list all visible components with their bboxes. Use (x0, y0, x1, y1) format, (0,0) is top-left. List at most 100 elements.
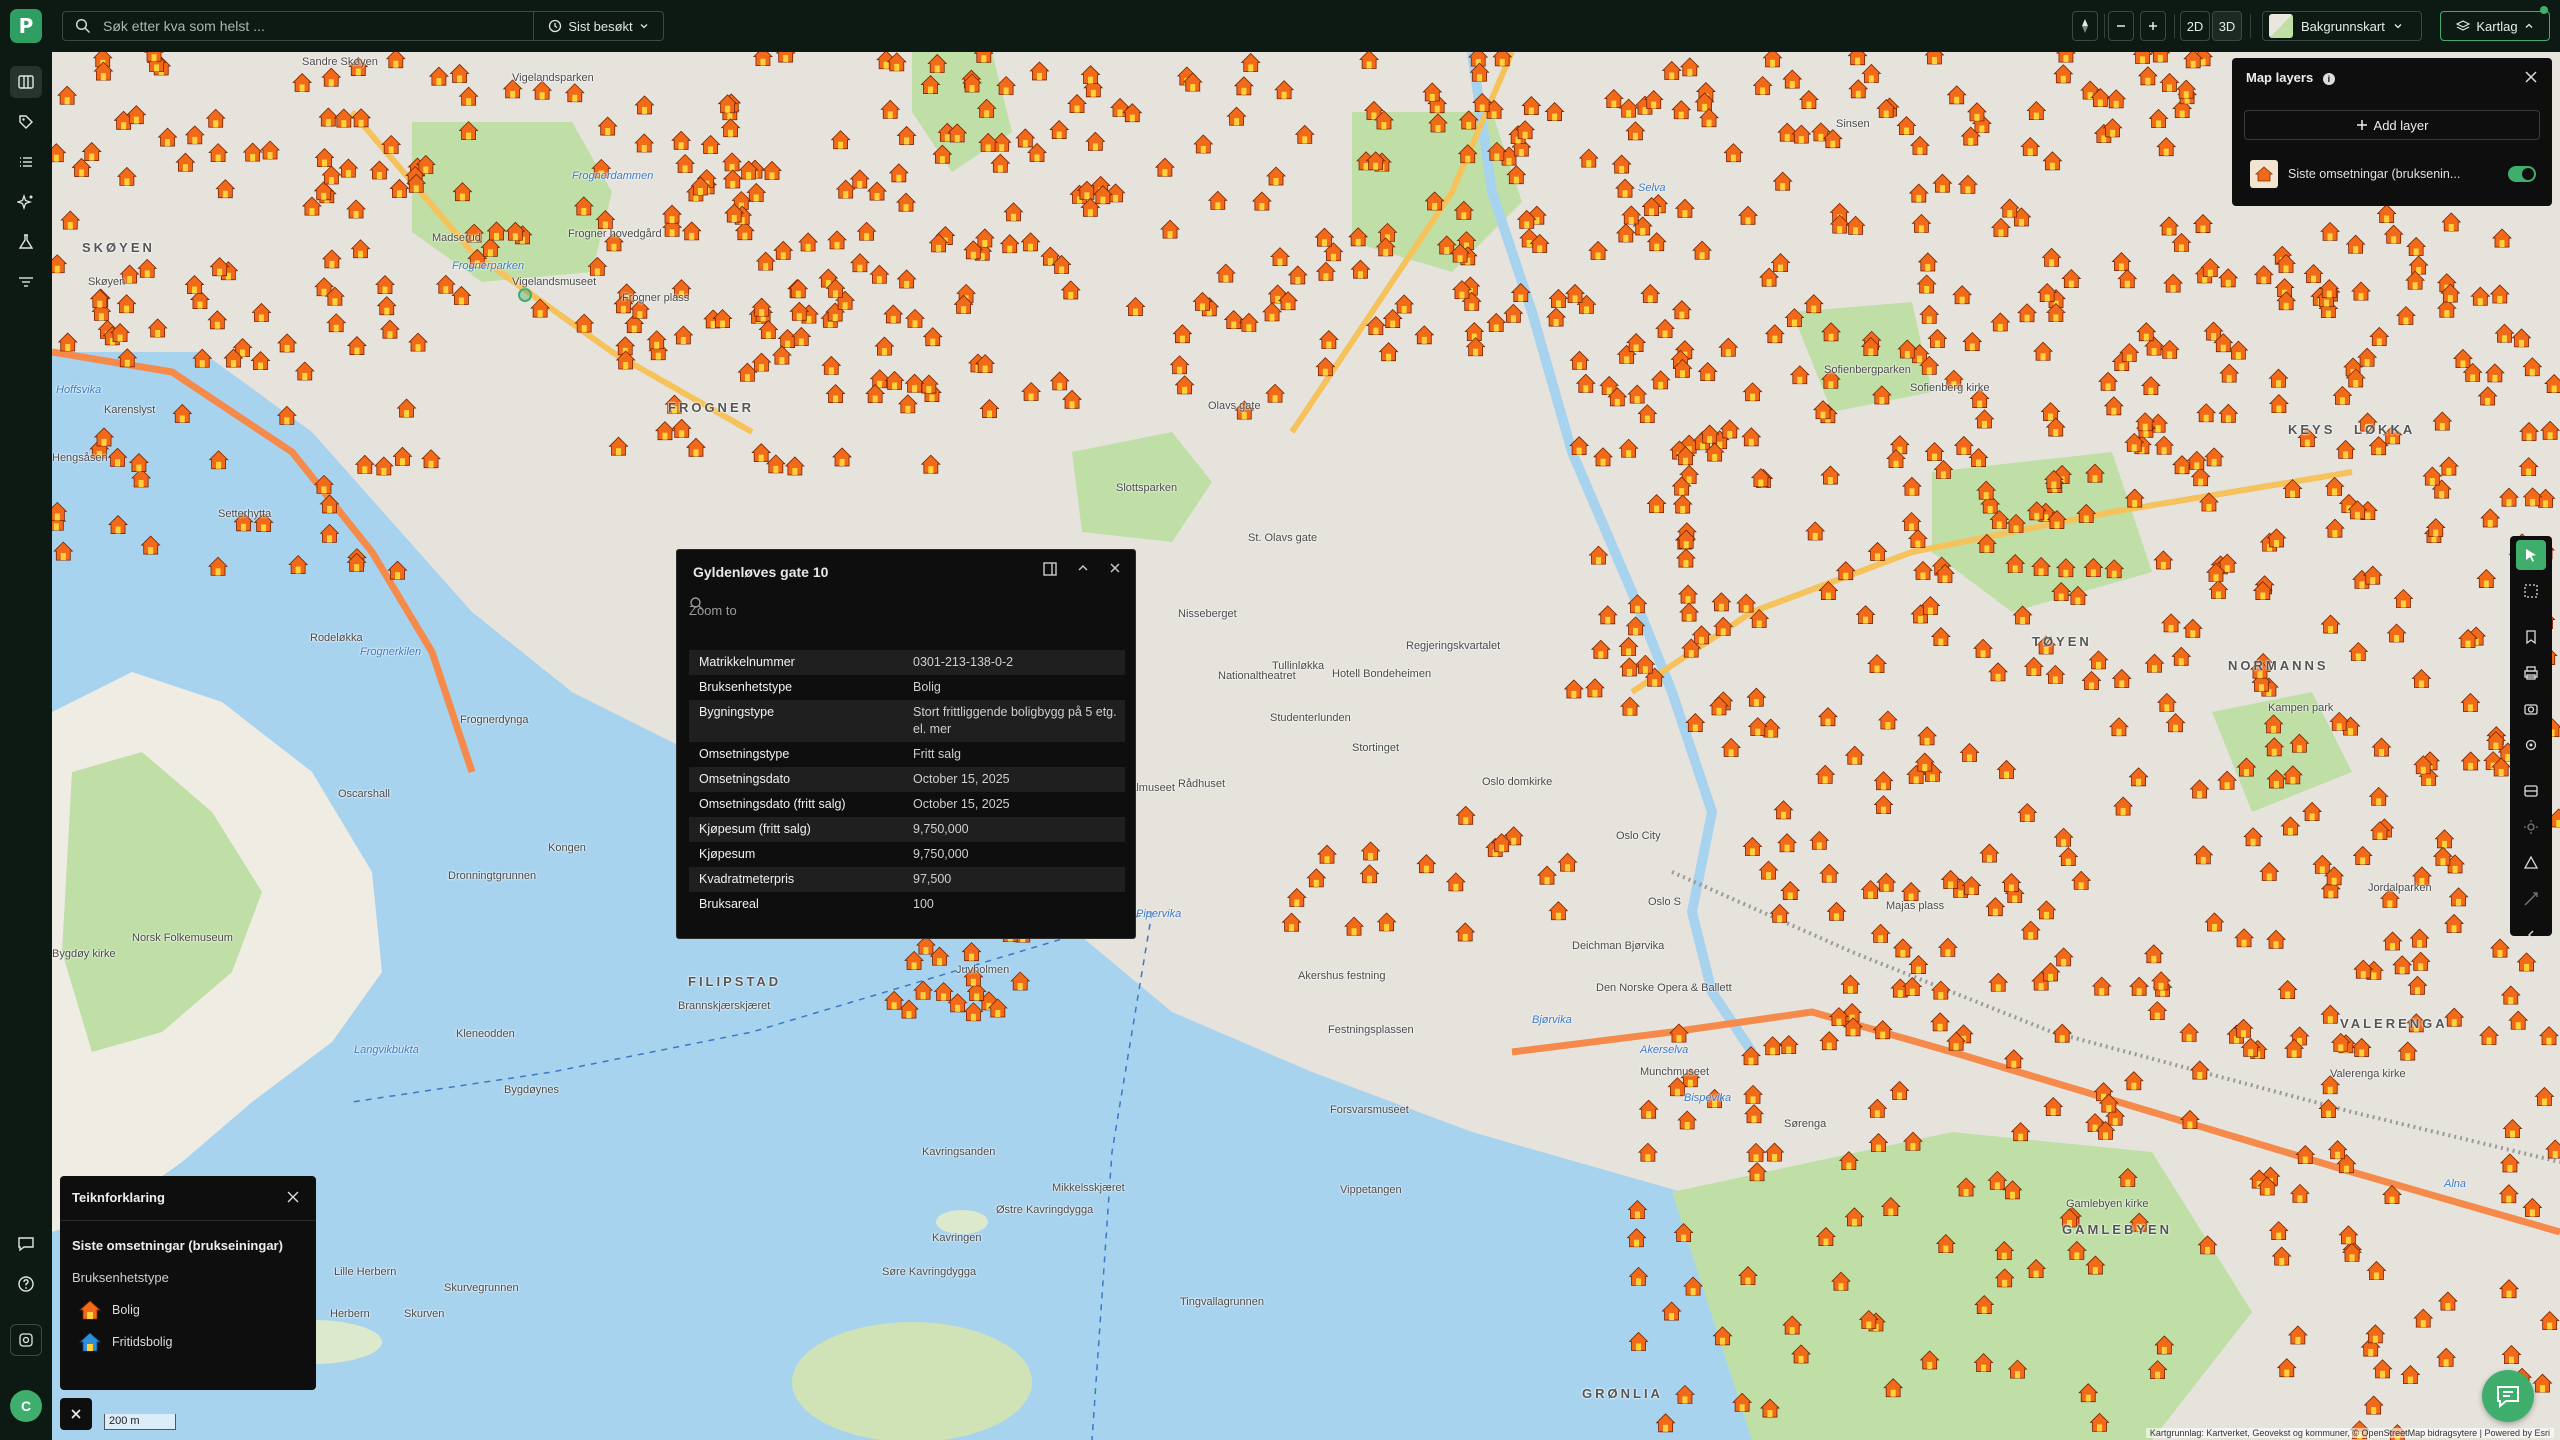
house-marker-door (2166, 227, 2172, 235)
print-icon[interactable] (2516, 658, 2546, 688)
house-marker-door (1943, 1245, 1949, 1253)
house-marker-door (785, 340, 791, 348)
flask-icon[interactable] (10, 226, 42, 258)
feature-popup[interactable]: Gyldenløves gate 10 Zoom to Matrikkelnum… (676, 549, 1136, 939)
house-marker-door (1632, 132, 1638, 140)
collapse-icon[interactable] (1077, 562, 1097, 582)
help-icon[interactable] (10, 1268, 42, 1300)
house-marker-door (1272, 395, 1278, 403)
search-box[interactable] (62, 11, 534, 41)
close-icon[interactable] (60, 1398, 92, 1430)
layer-visibility-toggle[interactable] (2508, 166, 2536, 182)
chevron-left-icon[interactable] (2516, 920, 2546, 950)
house-marker-door (1753, 1154, 1759, 1162)
close-icon[interactable] (2524, 70, 2540, 86)
house-marker-door (2507, 1164, 2513, 1172)
house-marker-door (923, 947, 929, 955)
recent-dropdown[interactable]: Sist besøkt (534, 11, 664, 41)
house-marker-door (2297, 1195, 2303, 1203)
tag-icon[interactable] (10, 106, 42, 138)
house-marker-door (466, 98, 472, 106)
search-input[interactable] (101, 17, 501, 35)
message-icon[interactable] (10, 1228, 42, 1260)
bookmark-icon[interactable] (2516, 622, 2546, 652)
close-icon[interactable] (286, 1190, 300, 1204)
house-marker-door (182, 164, 188, 172)
app-logo[interactable]: P (10, 9, 42, 43)
map-canvas[interactable]: SKØYEN FROGNER FILIPSTAD TØYEN NORMANNS … (52, 52, 2560, 1440)
house-marker-door (954, 134, 960, 142)
house-marker-door (572, 94, 578, 102)
sun-icon[interactable] (2516, 812, 2546, 842)
list-icon[interactable] (10, 146, 42, 178)
house-marker-door (1595, 557, 1601, 565)
info-icon[interactable]: i (2322, 72, 2335, 85)
chat-button[interactable] (2482, 1370, 2534, 1422)
label-place: Sandre Skøyen (302, 56, 378, 68)
house-marker-door (2354, 511, 2360, 519)
house-marker-door (936, 244, 942, 252)
select-pointer-icon[interactable] (2516, 540, 2546, 570)
settings-icon[interactable] (10, 1324, 42, 1356)
compass-button[interactable] (2072, 11, 2098, 41)
house-marker-door (328, 177, 334, 185)
house-marker-door (2151, 665, 2157, 673)
house-marker-door (2179, 466, 2185, 474)
house-marker-door (2526, 468, 2532, 476)
selected-feature-marker[interactable] (518, 288, 532, 302)
house-marker-door (2376, 798, 2382, 806)
house-marker-door (1753, 699, 1759, 707)
locate-icon[interactable] (2516, 730, 2546, 760)
house-marker-door (154, 64, 160, 72)
house-marker-door (53, 154, 59, 162)
house-marker-door (2497, 950, 2503, 958)
house-marker-door (1958, 890, 1964, 898)
house-marker-door (1979, 125, 1985, 133)
sparkle-icon[interactable] (10, 186, 42, 218)
dock-icon[interactable] (1043, 562, 1063, 582)
house-marker-door (2447, 295, 2453, 303)
house-marker-door (1324, 856, 1330, 864)
view-3d-button[interactable]: 3D (2212, 11, 2242, 41)
map-icon[interactable] (10, 66, 42, 98)
house-marker-door (1435, 124, 1441, 132)
basemap-gallery-icon[interactable] (2516, 776, 2546, 806)
house-marker-door (2020, 617, 2026, 625)
layer-item[interactable]: Siste omsetningar (bruksenin... (2244, 154, 2540, 194)
house-marker-door (144, 270, 150, 278)
house-marker-door (1702, 103, 1708, 111)
house-marker-door (1011, 213, 1017, 221)
house-marker-door (1917, 147, 1923, 155)
avatar[interactable]: C (10, 1390, 42, 1422)
zoom-to-button[interactable]: Zoom to (689, 596, 1125, 624)
zoom-in-button[interactable] (2140, 11, 2166, 41)
camera-icon[interactable] (2516, 694, 2546, 724)
house-marker-door (2187, 1121, 2193, 1129)
add-layer-button[interactable]: Add layer (2244, 110, 2540, 140)
house-marker-door (1924, 737, 1930, 745)
house-marker-door (466, 132, 472, 140)
house-marker-door (2116, 728, 2122, 736)
house-marker-door (581, 325, 587, 333)
box-select-icon[interactable] (2516, 576, 2546, 606)
house-marker-door (1381, 122, 1387, 130)
view-2d-button[interactable]: 2D (2180, 11, 2210, 41)
house-marker-door (2014, 1371, 2020, 1379)
basemap-dropdown[interactable]: Bakgrunnskart (2262, 11, 2422, 41)
house-marker-door (911, 962, 917, 970)
zoom-out-button[interactable] (2108, 11, 2134, 41)
layers-dropdown[interactable]: Kartlag (2440, 11, 2550, 41)
house-marker-door (1967, 754, 1973, 762)
house-marker-door (1626, 450, 1632, 458)
house-marker-door (1770, 59, 1776, 67)
house-marker-door (1683, 560, 1689, 568)
house-marker-door (136, 464, 142, 472)
close-icon[interactable] (1109, 562, 1129, 582)
house-marker-door (124, 359, 130, 367)
label-place: Skurvegrunnen (444, 1282, 519, 1294)
measure-line-icon[interactable] (2516, 884, 2546, 914)
house-marker-door (1658, 381, 1664, 389)
measure-area-icon[interactable] (2516, 848, 2546, 878)
house-marker-door (333, 324, 339, 332)
filter-icon[interactable] (10, 266, 42, 298)
